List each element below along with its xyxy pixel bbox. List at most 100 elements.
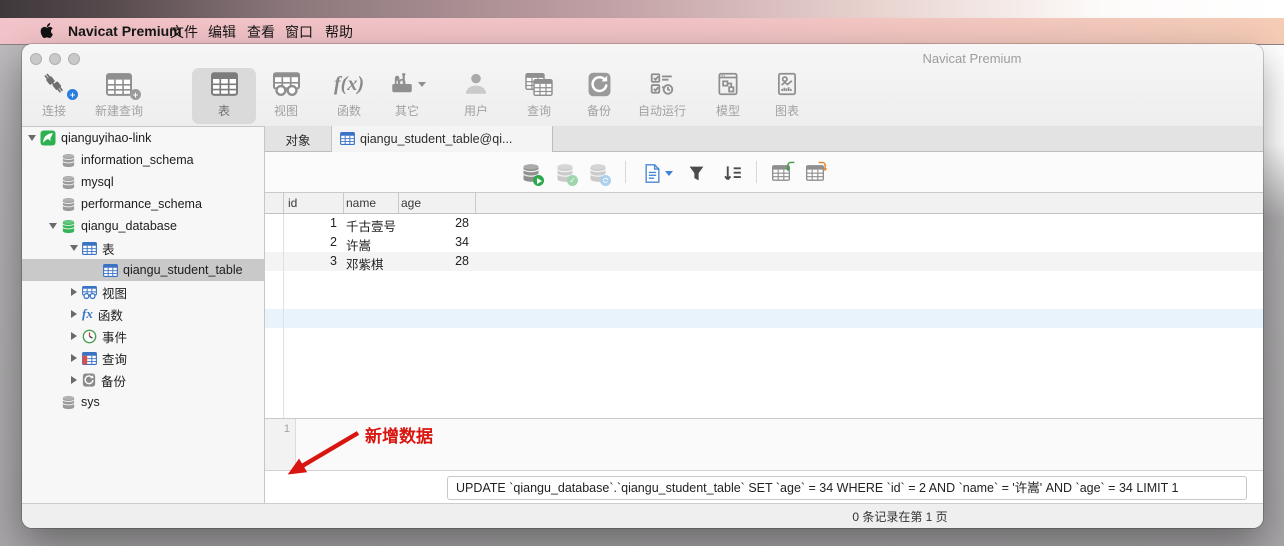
menu-item-view[interactable]: 查看 bbox=[247, 22, 275, 42]
filter-button[interactable] bbox=[683, 160, 709, 186]
table-row[interactable]: 3 邓紫棋 28 bbox=[265, 252, 1263, 272]
menu-item-help[interactable]: 帮助 bbox=[325, 22, 353, 42]
export-wizard-button[interactable] bbox=[802, 160, 828, 186]
sort-icon bbox=[723, 164, 742, 183]
zoom-window-button[interactable] bbox=[68, 53, 80, 65]
rollback-badge-icon bbox=[600, 175, 611, 186]
tree-item-label: performance_schema bbox=[81, 197, 202, 211]
menu-item-edit[interactable]: 编辑 bbox=[208, 22, 236, 42]
record-count-status: 0 条记录在第 1 页 bbox=[852, 510, 948, 524]
sql-preview[interactable]: UPDATE `qiangu_database`.`qiangu_student… bbox=[447, 476, 1247, 500]
tab-student-table[interactable]: qiangu_student_table@qi... bbox=[332, 126, 553, 152]
cell-id[interactable]: 3 bbox=[283, 254, 337, 268]
function-icon: f(x) bbox=[334, 72, 364, 95]
sort-button[interactable] bbox=[719, 160, 745, 186]
commit-button[interactable]: ✓ bbox=[552, 160, 578, 186]
tree-item-label: qianguyihao-link bbox=[61, 131, 152, 145]
database-icon bbox=[61, 153, 76, 168]
window-title: Navicat Premium bbox=[922, 51, 1022, 66]
begin-transaction-button[interactable] bbox=[518, 160, 544, 186]
mysql-connection-icon bbox=[40, 130, 56, 146]
navicat-window: Navicat Premium + 连接 + 新建查询 表 视图 f(x) 函数… bbox=[22, 44, 1263, 528]
minimize-window-button[interactable] bbox=[49, 53, 61, 65]
tree-item-qiangu-database[interactable]: qiangu_database bbox=[22, 215, 288, 237]
tree-item-label: 备份 bbox=[101, 374, 127, 389]
database-icon bbox=[61, 175, 76, 190]
disclosure-triangle-icon[interactable] bbox=[66, 245, 82, 251]
tree-item-connection[interactable]: qianguyihao-link bbox=[22, 127, 267, 149]
disclosure-triangle-icon[interactable] bbox=[66, 354, 82, 362]
chevron-down-icon bbox=[664, 170, 673, 176]
chevron-down-icon bbox=[417, 81, 426, 87]
connection-icon: + bbox=[22, 68, 86, 100]
desktop-background: Navicat Premium 文件 编辑 查看 窗口 帮助 Navicat P… bbox=[0, 0, 1284, 546]
chart-icon bbox=[755, 68, 819, 100]
grid-body: 1 千古壹号 28 2 许嵩 34 3 邓紫棋 28 bbox=[265, 214, 1263, 418]
database-open-icon bbox=[61, 219, 76, 234]
rollback-button[interactable] bbox=[585, 160, 611, 186]
toolbar-connection-button[interactable]: + 连接 bbox=[22, 68, 86, 124]
cell-id[interactable]: 2 bbox=[283, 235, 337, 249]
toolbar-views-button[interactable]: 视图 bbox=[254, 68, 318, 124]
cell-age[interactable]: 34 bbox=[398, 235, 469, 249]
tree-item-label: qiangu_student_table bbox=[123, 263, 243, 277]
toolbar-tables-button[interactable]: 表 bbox=[192, 68, 256, 124]
toolbar-others-button[interactable]: 其它 bbox=[375, 68, 439, 124]
column-header-name[interactable]: name bbox=[346, 196, 376, 210]
tree-item-sys[interactable]: sys bbox=[22, 391, 288, 413]
tree-item-label: information_schema bbox=[81, 153, 194, 167]
tree-item-mysql[interactable]: mysql bbox=[22, 171, 288, 193]
toolbar-automation-button[interactable]: 自动运行 bbox=[630, 68, 694, 124]
column-header-age[interactable]: age bbox=[401, 196, 421, 210]
backup-icon bbox=[567, 68, 631, 100]
menu-app-name[interactable]: Navicat Premium bbox=[68, 23, 182, 39]
disclosure-triangle-icon[interactable] bbox=[66, 288, 82, 296]
disclosure-triangle-icon[interactable] bbox=[45, 223, 61, 229]
toolbar-functions-button[interactable]: f(x) 函数 bbox=[317, 68, 381, 124]
tree-item-label: qiangu_database bbox=[81, 219, 177, 233]
automation-icon bbox=[630, 68, 694, 100]
disclosure-triangle-icon[interactable] bbox=[24, 135, 40, 141]
tab-objects[interactable]: 对象 bbox=[265, 126, 332, 152]
import-wizard-button[interactable] bbox=[768, 160, 794, 186]
backup-square-icon bbox=[82, 373, 96, 387]
toolbar-queries-button[interactable]: 查询 bbox=[507, 68, 571, 124]
toolbar-backup-button[interactable]: 备份 bbox=[567, 68, 631, 124]
tree-item-information-schema[interactable]: information_schema bbox=[22, 149, 288, 171]
apple-menu-icon[interactable] bbox=[40, 23, 54, 42]
column-header-id[interactable]: id bbox=[288, 196, 297, 210]
view-icon bbox=[254, 68, 318, 100]
menu-item-window[interactable]: 窗口 bbox=[285, 22, 313, 42]
record-footer: + − ✓ × UPDATE `qiangu_database`.`qiangu… bbox=[265, 470, 1263, 503]
export-arrow-icon bbox=[817, 160, 830, 173]
close-window-button[interactable] bbox=[30, 53, 42, 65]
document-icon bbox=[644, 164, 661, 183]
status-bar: 0 条记录在第 1 页 bbox=[22, 503, 1263, 528]
tree-item-performance-schema[interactable]: performance_schema bbox=[22, 193, 288, 215]
tab-bar: 对象 qiangu_student_table@qi... bbox=[265, 126, 1263, 152]
menu-item-file[interactable]: 文件 bbox=[170, 22, 198, 42]
cell-age[interactable]: 28 bbox=[398, 216, 469, 230]
grid-header: id name age bbox=[265, 192, 1263, 214]
query-table-icon bbox=[82, 352, 97, 365]
toolbar-users-button[interactable]: 用户 bbox=[444, 68, 508, 124]
toolbar-separator bbox=[625, 161, 626, 183]
plus-badge-icon: + bbox=[67, 89, 78, 100]
toolbar-model-button[interactable]: 模型 bbox=[696, 68, 760, 124]
toolbar-chart-button[interactable]: 图表 bbox=[755, 68, 819, 124]
window-toolbar: Navicat Premium + 连接 + 新建查询 表 视图 f(x) 函数… bbox=[22, 44, 1263, 127]
others-icon bbox=[375, 68, 439, 100]
table-row[interactable]: 1 千古壹号 28 bbox=[265, 214, 1263, 234]
table-icon bbox=[340, 132, 355, 145]
plus-badge-icon: + bbox=[130, 89, 141, 100]
event-clock-icon bbox=[82, 329, 97, 344]
toolbar-new-query-button[interactable]: + 新建查询 bbox=[87, 68, 151, 124]
table-icon bbox=[192, 68, 256, 100]
disclosure-triangle-icon[interactable] bbox=[66, 332, 82, 340]
cell-age[interactable]: 28 bbox=[398, 254, 469, 268]
table-row[interactable]: 2 许嵩 34 bbox=[265, 233, 1263, 253]
disclosure-triangle-icon[interactable] bbox=[66, 310, 82, 318]
text-view-button[interactable] bbox=[641, 160, 675, 186]
cell-id[interactable]: 1 bbox=[283, 216, 337, 230]
disclosure-triangle-icon[interactable] bbox=[66, 376, 82, 384]
